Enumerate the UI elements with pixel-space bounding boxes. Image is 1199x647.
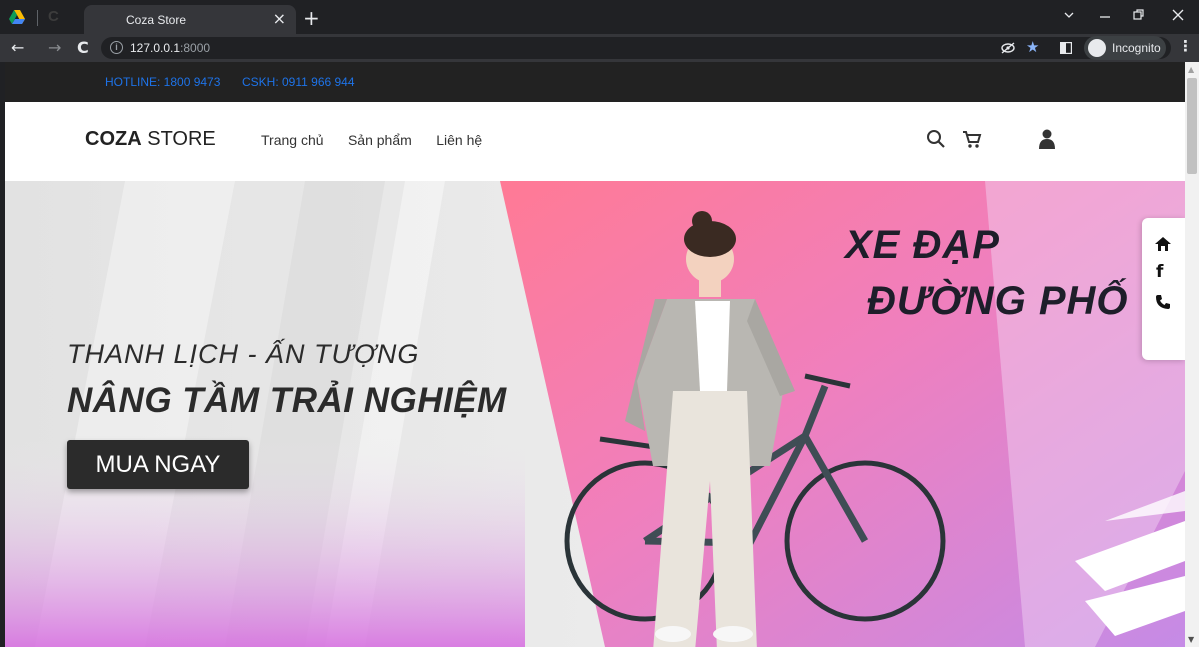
incognito-label: Incognito — [1112, 41, 1161, 55]
nav-home[interactable]: Trang chủ — [261, 132, 324, 148]
site-logo[interactable]: COZA STORE — [85, 128, 216, 151]
forward-icon[interactable]: → — [48, 38, 61, 57]
site-header: COZA STORE Trang chủ Sản phẩm Liên hệ — [5, 102, 1185, 181]
new-tab-button[interactable]: + — [303, 6, 320, 30]
cskh-text[interactable]: CSKH: 0911 966 944 — [242, 75, 355, 89]
url-text[interactable]: 127.0.0.1:8000 — [130, 41, 210, 55]
side-panel-icon[interactable] — [1060, 42, 1072, 54]
tab-separator — [37, 10, 38, 26]
incognito-icon — [1088, 39, 1106, 57]
scroll-thumb[interactable] — [1187, 78, 1197, 174]
promo-line-2: ĐƯỜNG PHỐ — [867, 279, 1129, 323]
url-port: :8000 — [180, 41, 211, 55]
page-viewport: HOTLINE: 1800 9473 CSKH: 0911 966 944 CO… — [5, 62, 1185, 647]
tab-title: Coza Store — [126, 13, 187, 27]
reload-icon[interactable]: C — [77, 38, 89, 57]
browser-menu-icon[interactable]: ⋮ — [1178, 37, 1193, 55]
site-info-icon[interactable]: i — [110, 41, 123, 54]
back-icon[interactable]: ← — [11, 38, 24, 57]
home-icon[interactable] — [1154, 236, 1172, 252]
nav-contact[interactable]: Liên hệ — [436, 132, 482, 148]
hotline-text[interactable]: HOTLINE: 1800 9473 — [105, 75, 220, 89]
social-floating-panel: f — [1142, 218, 1185, 360]
close-icon[interactable] — [1172, 9, 1184, 21]
user-icon[interactable] — [1036, 128, 1058, 150]
cart-icon[interactable] — [961, 128, 983, 150]
scroll-up-arrow-icon[interactable]: ▲ — [1188, 65, 1194, 74]
hero-banner: THANH LỊCH - ẤN TƯỢNG NÂNG TẦM TRẢI NGHI… — [5, 181, 1185, 647]
logo-light: STORE — [141, 128, 216, 150]
background-tab-icon[interactable]: C — [48, 8, 78, 26]
bookmark-star-icon[interactable]: ★ — [1026, 38, 1039, 56]
page-scrollbar[interactable]: ▲ ▼ — [1185, 62, 1199, 647]
buy-now-button[interactable]: MUA NGAY — [67, 440, 249, 489]
active-tab[interactable]: Coza Store × — [84, 5, 296, 34]
contact-topbar: HOTLINE: 1800 9473 CSKH: 0911 966 944 — [5, 62, 1185, 102]
logo-bold: COZA — [85, 128, 142, 150]
restore-icon[interactable] — [1133, 9, 1145, 21]
search-icon[interactable] — [925, 128, 947, 150]
url-host: 127.0.0.1 — [130, 41, 181, 55]
hero-subtitle: THANH LỊCH - ẤN TƯỢNG — [67, 339, 420, 369]
facebook-icon[interactable]: f — [1156, 262, 1163, 282]
browser-tab-strip: C Coza Store × + — [0, 0, 1199, 34]
tab-close-icon[interactable]: × — [273, 9, 286, 28]
scroll-down-arrow-icon[interactable]: ▼ — [1188, 635, 1194, 644]
minimize-icon[interactable] — [1099, 11, 1111, 21]
incognito-badge[interactable]: Incognito — [1084, 36, 1166, 60]
eye-off-icon[interactable] — [1000, 41, 1016, 55]
browser-toolbar: ← → C i 127.0.0.1:8000 ★ Incognito ⋮ — [0, 34, 1199, 62]
hero-title: NÂNG TẦM TRẢI NGHIỆM — [67, 381, 507, 420]
chevron-down-icon[interactable] — [1063, 10, 1075, 20]
promo-line-1: XE ĐẠP — [845, 223, 1000, 267]
main-nav: Trang chủ Sản phẩm Liên hệ — [261, 132, 502, 150]
google-drive-icon[interactable] — [9, 10, 25, 24]
phone-icon[interactable] — [1155, 294, 1171, 310]
nav-products[interactable]: Sản phẩm — [348, 132, 412, 148]
